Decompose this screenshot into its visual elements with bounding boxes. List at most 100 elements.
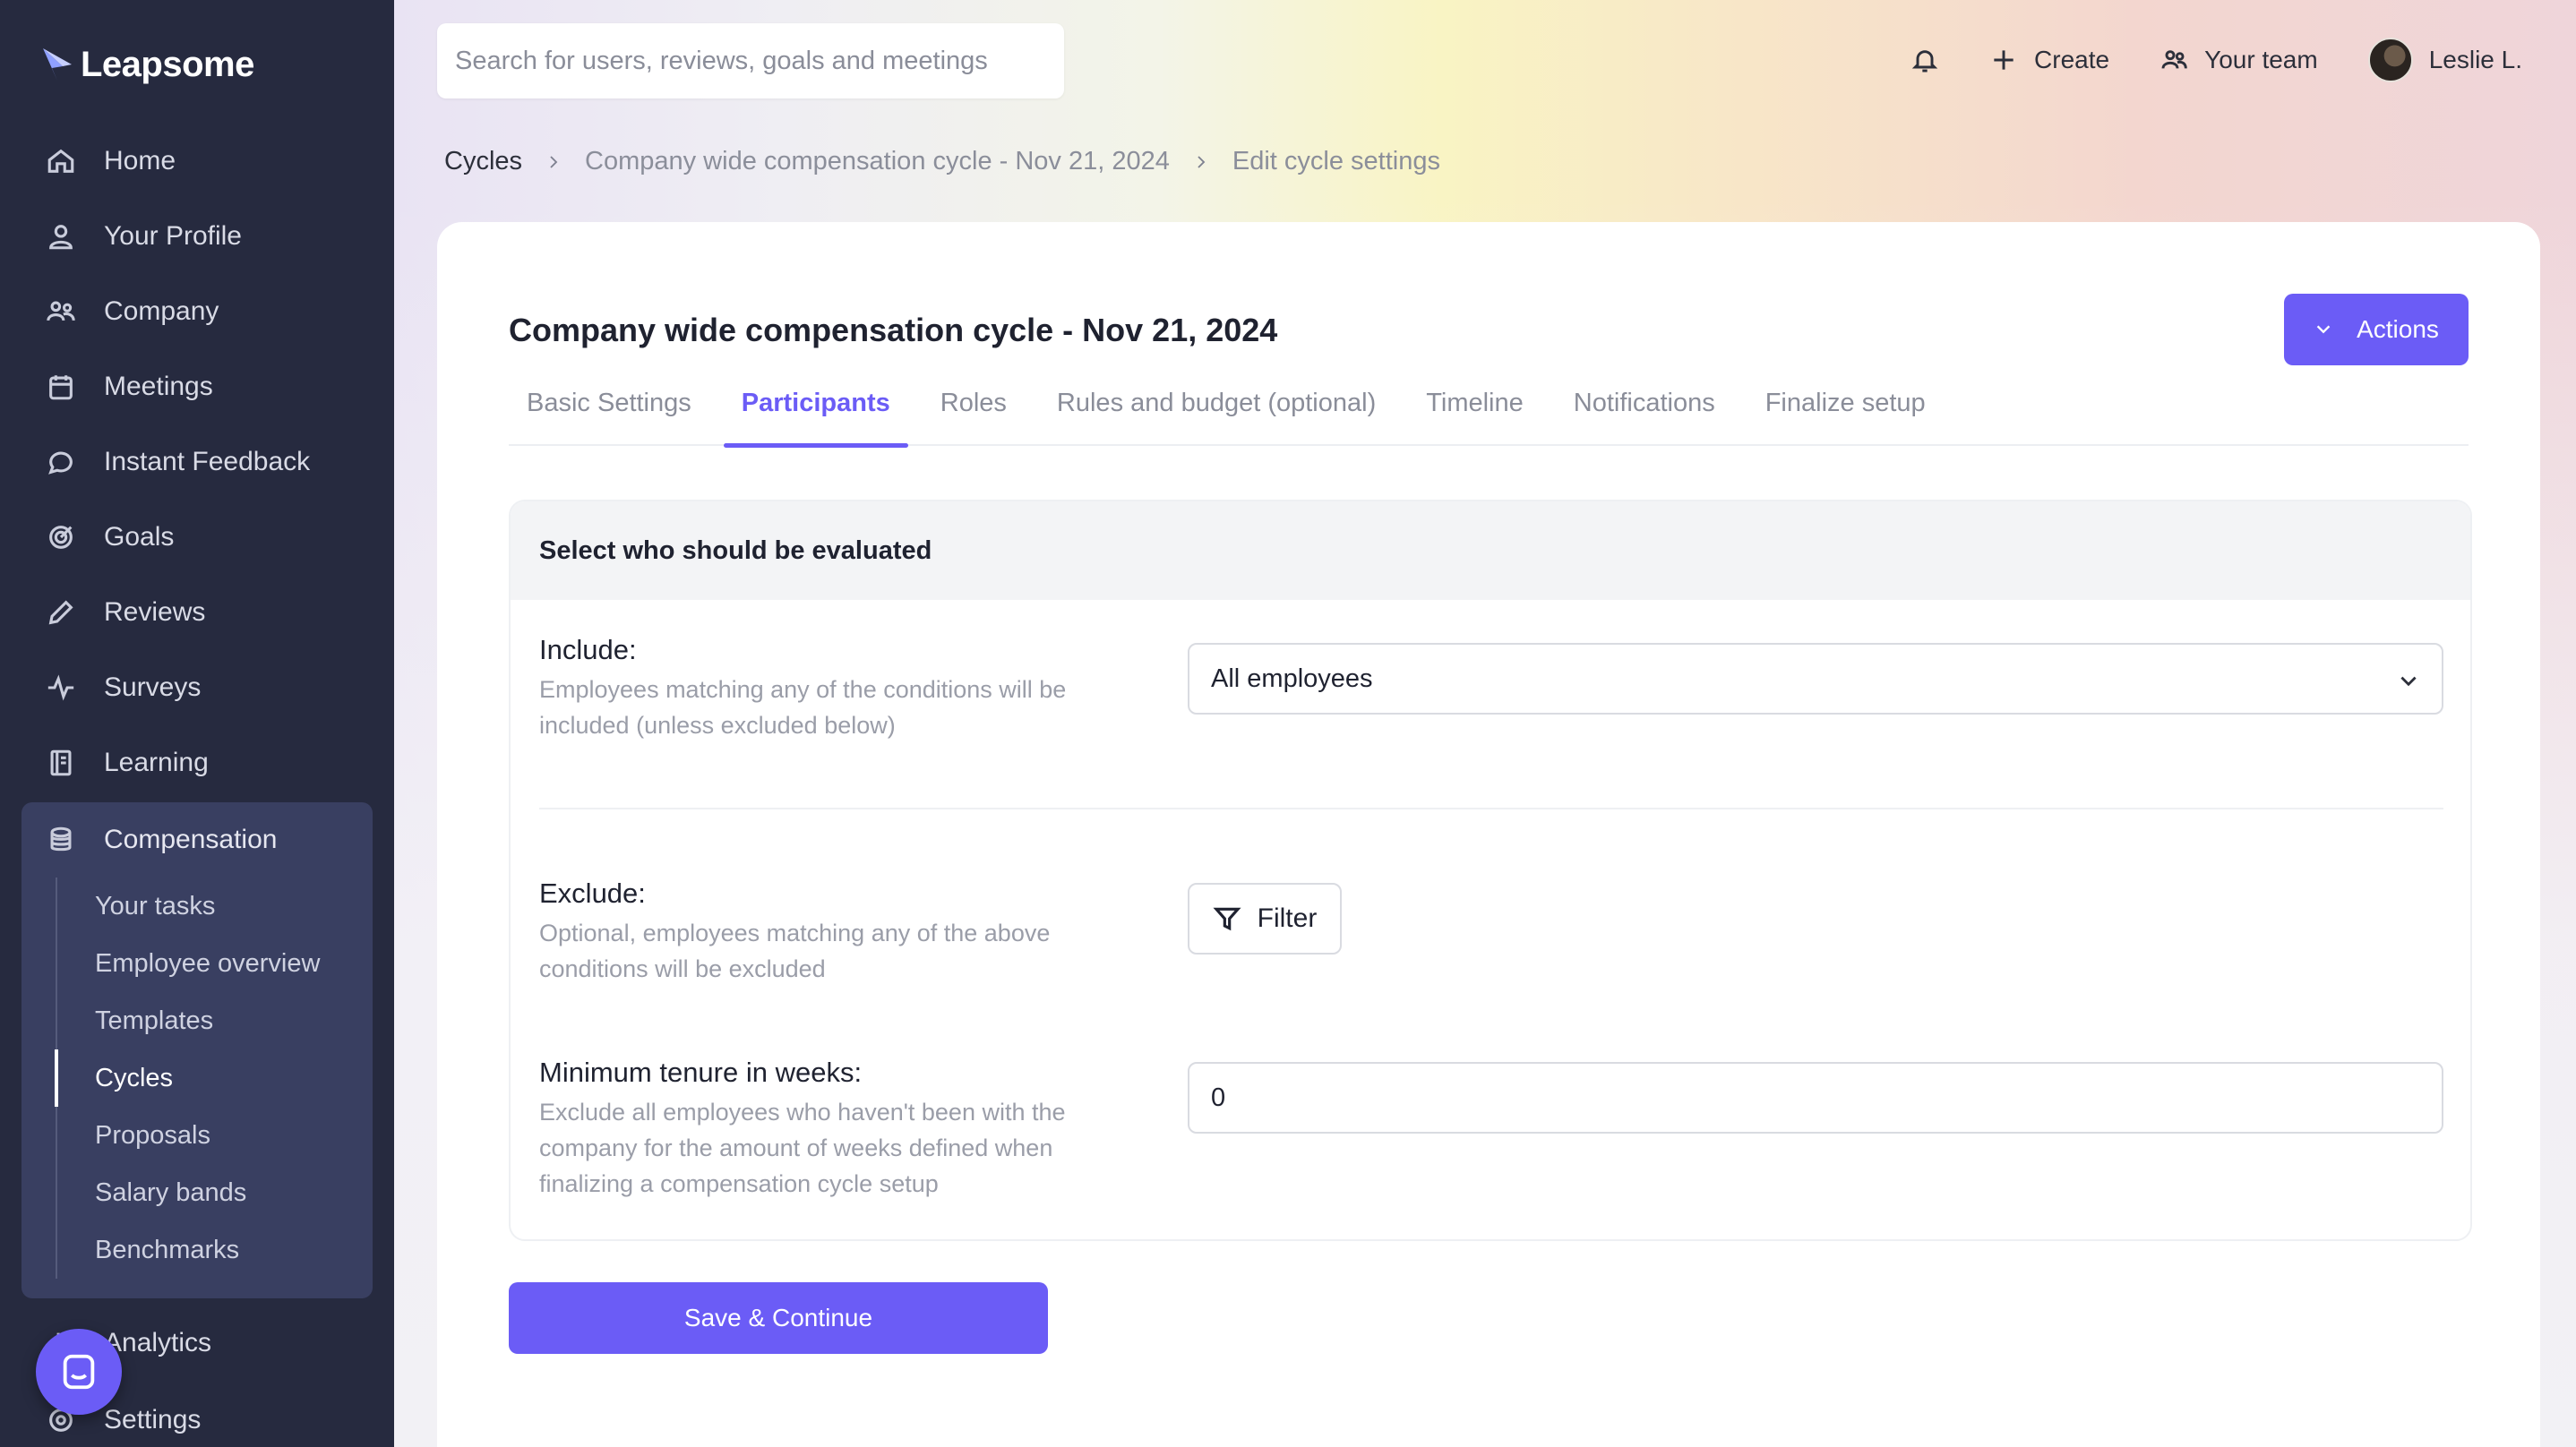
filter-button[interactable]: Filter [1188,883,1342,955]
sidebar-item-label: Goals [104,522,175,552]
main-nav: Home Your Profile Company Meetings Insta… [21,124,373,1447]
sidebar-item-label: Meetings [104,372,213,401]
subnav-item-benchmarks[interactable]: Benchmarks [57,1221,373,1279]
filter-label: Filter [1257,903,1318,933]
participants-panel: Select who should be evaluated Include: … [509,500,2472,1241]
sidebar-item-label: Home [104,146,176,176]
book-icon [45,747,77,779]
calendar-icon [45,371,77,403]
panel-heading: Select who should be evaluated [511,501,2470,600]
chevron-right-icon [545,154,562,170]
sidebar-item-label: Learning [104,748,209,777]
leapsome-logo-icon [43,48,72,81]
create-button[interactable]: Create [1989,46,2109,74]
plus-icon [1994,50,2014,70]
compensation-group: Compensation Your tasks Employee overvie… [21,802,373,1298]
settings-tabs: Basic Settings Participants Roles Rules … [509,383,2469,448]
sidebar-item-surveys[interactable]: Surveys [21,650,373,725]
exclude-help: Optional, employees matching any of the … [539,920,1051,982]
pulse-icon [45,672,77,704]
target-icon [45,521,77,553]
tab-roles[interactable]: Roles [923,383,1025,446]
sidebar-item-compensation[interactable]: Compensation [21,802,373,878]
include-select-value: All employees [1211,664,1373,693]
tenure-row: Minimum tenure in weeks: Exclude all emp… [539,1057,1112,1202]
support-chat-button[interactable] [36,1329,122,1415]
sidebar-item-home[interactable]: Home [21,124,373,199]
compensation-subnav: Your tasks Employee overview Templates C… [55,878,373,1279]
tab-finalize-setup[interactable]: Finalize setup [1747,383,1944,446]
subnav-item-salary-bands[interactable]: Salary bands [57,1164,373,1221]
chat-widget-icon [63,1354,95,1390]
tab-timeline[interactable]: Timeline [1408,383,1541,446]
sidebar-item-label: Compensation [104,825,278,854]
user-menu-button[interactable]: Leslie L. [2367,38,2522,82]
save-continue-button[interactable]: Save & Continue [509,1282,1048,1354]
home-icon [45,145,77,177]
subnav-item-your-tasks[interactable]: Your tasks [57,878,373,935]
user-icon [45,220,77,253]
team-icon [2161,50,2187,69]
include-row: Include: Employees matching any of the c… [539,634,1112,743]
tab-notifications[interactable]: Notifications [1556,383,1733,446]
include-help: Employees matching any of the conditions… [539,676,1067,739]
tenure-help: Exclude all employees who haven't been w… [539,1099,1066,1197]
actions-button[interactable]: Actions [2284,294,2469,365]
app-name: Leapsome [81,44,254,84]
subnav-item-cycles[interactable]: Cycles [55,1049,373,1107]
actions-label: Actions [2357,315,2439,343]
leapsome-logo[interactable]: Leapsome [39,41,254,88]
subnav-item-proposals[interactable]: Proposals [57,1107,373,1164]
breadcrumb-current: Edit cycle settings [1232,147,1440,176]
users-icon [45,295,77,328]
pencil-icon [45,596,77,629]
sidebar-item-instant-feedback[interactable]: Instant Feedback [21,424,373,500]
search-placeholder: Search for users, reviews, goals and mee… [455,46,988,75]
bell-icon [1911,50,1938,73]
global-search-input[interactable]: Search for users, reviews, goals and mee… [437,23,1064,98]
topbar-actions: Create Your team Leslie L. [1860,27,2522,93]
sidebar: Leapsome Home Your Profile Company Meeti… [0,0,394,1447]
tenure-input[interactable]: 0 [1188,1062,2443,1134]
chevron-down-icon [2316,325,2331,334]
your-team-label: Your team [2204,46,2318,73]
sidebar-item-goals[interactable]: Goals [21,500,373,575]
sidebar-item-label: Analytics [104,1328,212,1357]
sidebar-item-label: Company [104,296,219,326]
breadcrumb-cycle[interactable]: Company wide compensation cycle - Nov 21… [585,147,1170,176]
user-name: Leslie L. [2428,46,2522,73]
your-team-button[interactable]: Your team [2160,46,2318,74]
create-label: Create [2034,46,2110,73]
avatar [2367,38,2413,82]
filter-icon [1213,907,1241,931]
chat-icon [45,446,77,478]
sidebar-item-company[interactable]: Company [21,274,373,349]
sidebar-item-your-profile[interactable]: Your Profile [21,199,373,274]
cycle-settings-card: Company wide compensation cycle - Nov 21… [437,222,2540,1447]
tab-basic-settings[interactable]: Basic Settings [509,383,709,446]
sidebar-item-reviews[interactable]: Reviews [21,575,373,650]
sidebar-item-label: Reviews [104,597,206,627]
sidebar-item-label: Surveys [104,672,202,702]
tab-rules-and-budget[interactable]: Rules and budget (optional) [1039,383,1394,446]
divider [539,808,2443,809]
sidebar-item-learning[interactable]: Learning [21,725,373,801]
include-select[interactable]: All employees [1188,643,2443,715]
save-label: Save & Continue [683,1304,873,1331]
tab-participants[interactable]: Participants [723,383,908,448]
exclude-label: Exclude: [539,878,646,909]
sidebar-item-label: Settings [104,1405,202,1434]
breadcrumb-cycles[interactable]: Cycles [444,147,522,176]
breadcrumb: Cycles Company wide compensation cycle -… [444,147,1440,176]
sidebar-item-label: Instant Feedback [104,447,311,476]
tenure-value: 0 [1211,1083,1226,1112]
sidebar-item-meetings[interactable]: Meetings [21,349,373,424]
main-area: Search for users, reviews, goals and mee… [394,0,2576,1447]
chevron-right-icon [1193,154,1209,170]
subnav-item-employee-overview[interactable]: Employee overview [57,935,373,992]
subnav-item-templates[interactable]: Templates [57,992,373,1049]
include-label: Include: [539,634,637,665]
notifications-button[interactable] [1911,46,1939,74]
page-title: Company wide compensation cycle - Nov 21… [509,312,1278,348]
chevron-down-icon [2397,670,2420,700]
